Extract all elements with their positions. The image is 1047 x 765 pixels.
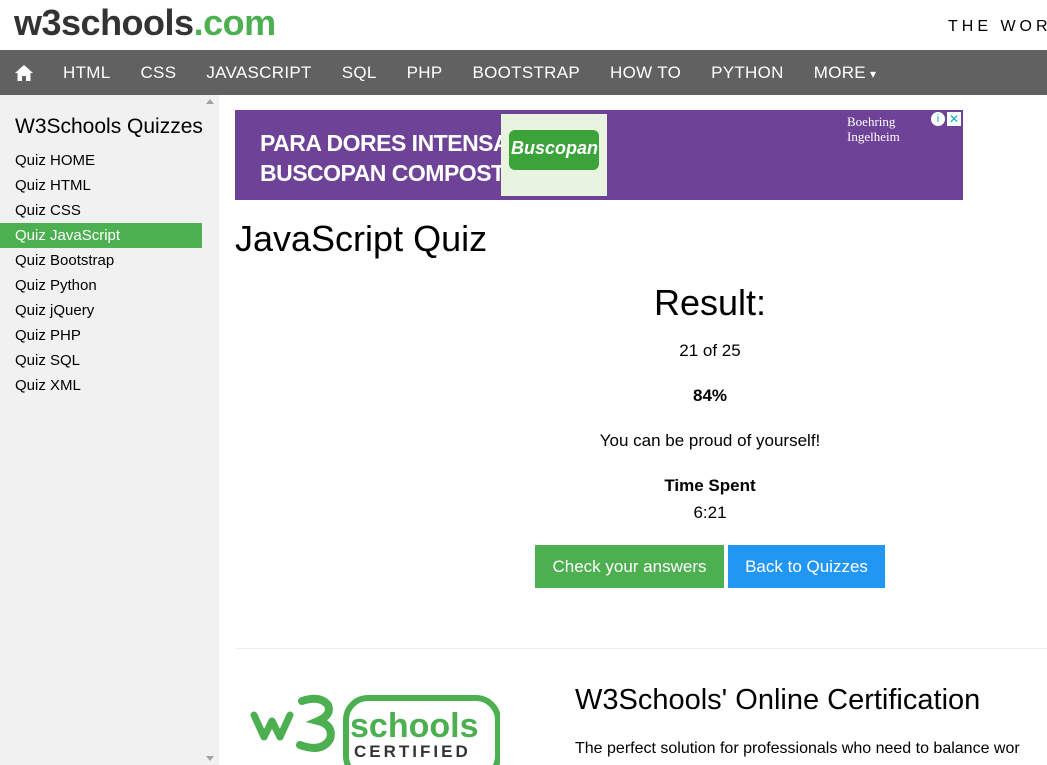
home-button[interactable] <box>0 50 48 95</box>
time-spent-label: Time Spent <box>664 476 756 495</box>
cert-logo-text-1: schools <box>350 707 478 745</box>
certified-logo-graphic: schools CERTIFIED <box>250 694 500 765</box>
ad-product-name: Buscopan <box>511 138 599 158</box>
nav-python[interactable]: PYTHON <box>696 50 799 95</box>
sidebar-item-quiz-bootstrap[interactable]: Quiz Bootstrap <box>0 248 202 273</box>
ad-banner[interactable]: PARA DORES INTENSAS, BUSCOPAN COMPOSTO. … <box>235 110 963 200</box>
sidebar-item-quiz-home[interactable]: Quiz HOME <box>0 148 202 173</box>
top-nav: HTML CSS JAVASCRIPT SQL PHP BOOTSTRAP HO… <box>0 50 1047 95</box>
back-to-quizzes-button[interactable]: Back to Quizzes <box>728 545 885 588</box>
tagline: THE WORL <box>948 18 1047 35</box>
sidebar-title: W3Schools Quizzes <box>15 115 203 138</box>
nav-html[interactable]: HTML <box>48 50 125 95</box>
certification-description: The perfect solution for professionals w… <box>575 740 1020 757</box>
sidebar-item-quiz-css[interactable]: Quiz CSS <box>0 198 202 223</box>
scroll-up-icon[interactable] <box>206 99 214 104</box>
sidebar-item-quiz-html[interactable]: Quiz HTML <box>0 173 202 198</box>
caret-down-icon: ▾ <box>869 67 877 81</box>
result-heading: Result: <box>653 282 767 323</box>
sidebar-item-quiz-xml[interactable]: Quiz XML <box>0 373 202 398</box>
ad-headline-line-1: PARA DORES INTENSAS, <box>260 130 530 156</box>
scroll-down-icon[interactable] <box>206 756 214 761</box>
w3schools-certified-logo: schools CERTIFIED <box>250 693 500 765</box>
ad-product-image: Buscopan <box>501 114 607 196</box>
ad-close-icon[interactable]: ✕ <box>947 112 961 126</box>
page-title: JavaScript Quiz <box>235 218 488 259</box>
w3schools-logo[interactable]: w3schools.com <box>14 2 276 44</box>
sidebar-list: Quiz HOME Quiz HTML Quiz CSS Quiz JavaSc… <box>0 148 202 398</box>
section-divider <box>235 648 1047 649</box>
sidebar-item-quiz-python[interactable]: Quiz Python <box>0 273 202 298</box>
sidebar-item-quiz-php[interactable]: Quiz PHP <box>0 323 202 348</box>
sidebar-item-quiz-jquery[interactable]: Quiz jQuery <box>0 298 202 323</box>
sidebar-item-quiz-javascript[interactable]: Quiz JavaScript <box>0 223 202 248</box>
check-answers-button[interactable]: Check your answers <box>535 545 724 588</box>
top-header: w3schools.com THE WORL <box>0 0 1047 50</box>
nav-javascript[interactable]: JAVASCRIPT <box>191 50 326 95</box>
ad-brand-line-2: Ingelheim <box>847 129 900 144</box>
nav-css[interactable]: CSS <box>125 50 191 95</box>
ad-brand: Boehring Ingelheim <box>847 114 900 144</box>
result-message: You can be proud of yourself! <box>599 431 821 450</box>
result-percent: 84% <box>692 386 728 405</box>
ad-brand-line-1: Boehring <box>847 114 896 129</box>
nav-sql[interactable]: SQL <box>327 50 392 95</box>
home-icon <box>15 64 33 81</box>
ad-headline-line-2: BUSCOPAN COMPOSTO. <box>260 160 528 186</box>
ad-info-icon[interactable]: i <box>931 112 945 126</box>
time-spent-value: 6:21 <box>693 503 727 522</box>
result-score: 21 of 25 <box>679 341 741 360</box>
nav-php[interactable]: PHP <box>392 50 458 95</box>
certification-title: W3Schools' Online Certification <box>575 684 981 716</box>
nav-more-label: MORE <box>813 63 866 82</box>
logo-suffix-text: .com <box>193 2 277 43</box>
cert-logo-text-2: CERTIFIED <box>354 742 471 761</box>
sidebar: W3Schools Quizzes Quiz HOME Quiz HTML Qu… <box>0 95 203 765</box>
nav-howto[interactable]: HOW TO <box>595 50 696 95</box>
sidebar-scrollbar[interactable] <box>202 95 219 765</box>
nav-bootstrap[interactable]: BOOTSTRAP <box>457 50 595 95</box>
nav-more[interactable]: MORE ▾ <box>799 50 892 95</box>
logo-main-text: w3schools <box>14 2 194 43</box>
ad-headline: PARA DORES INTENSAS, BUSCOPAN COMPOSTO. <box>260 128 530 188</box>
sidebar-item-quiz-sql[interactable]: Quiz SQL <box>0 348 202 373</box>
